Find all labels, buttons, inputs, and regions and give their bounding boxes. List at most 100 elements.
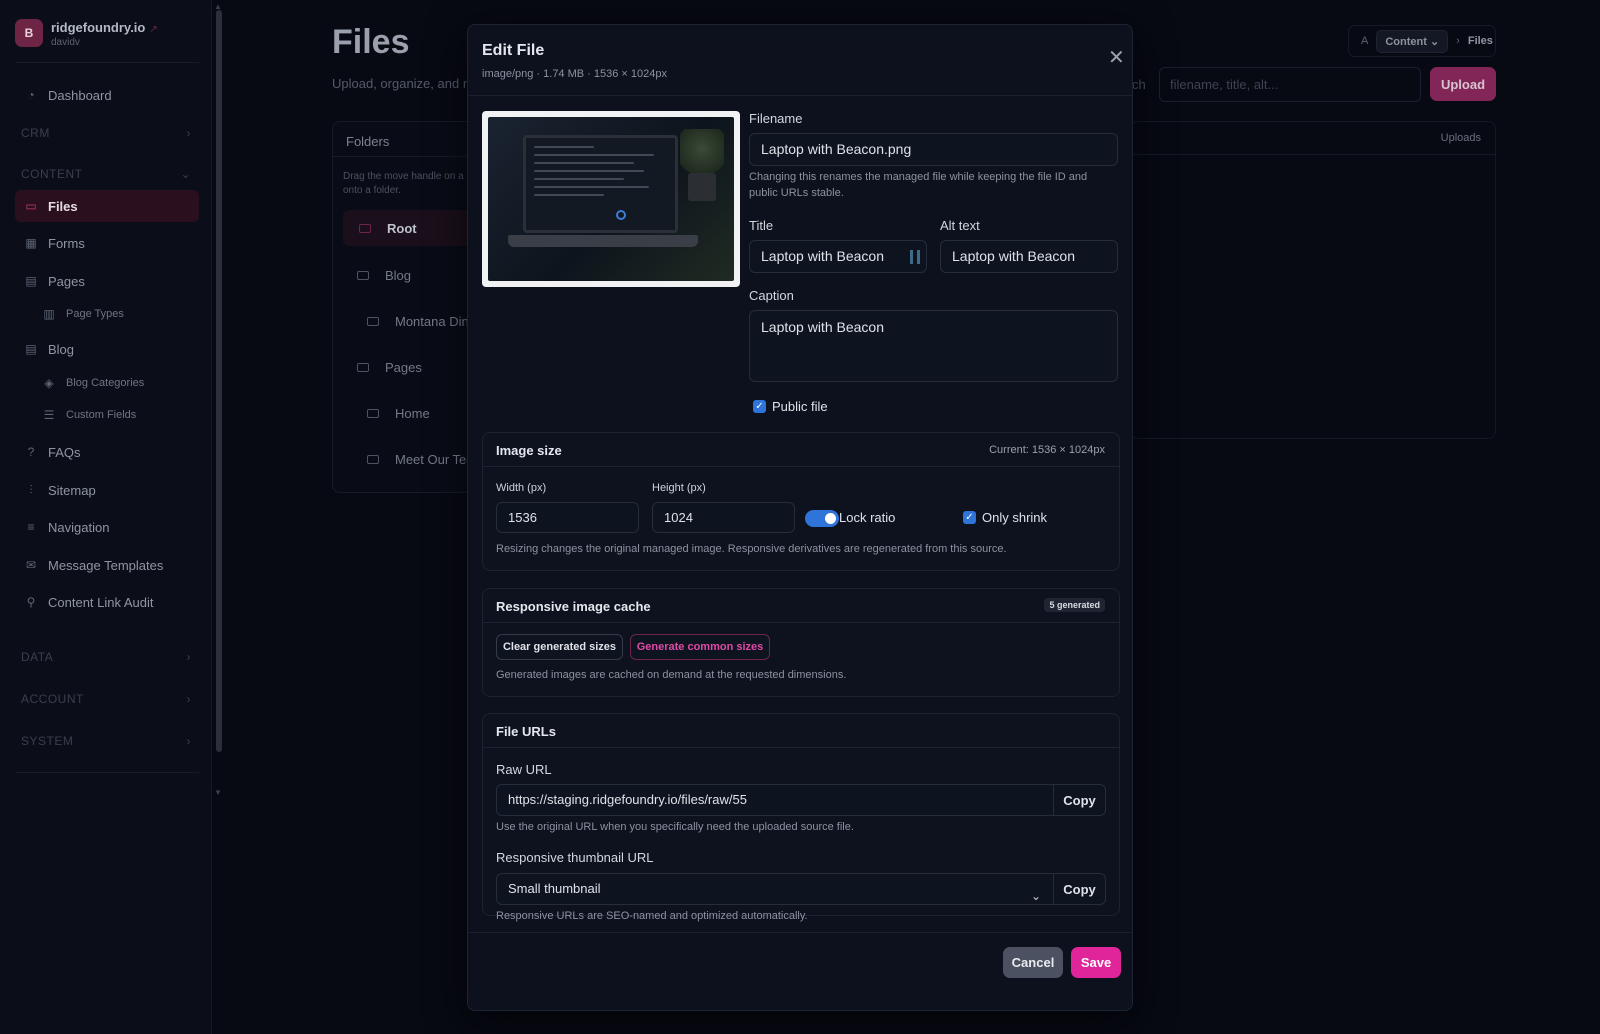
search-label: ch: [1132, 77, 1146, 92]
height-field[interactable]: 1024: [652, 502, 795, 533]
file-meta: image/png · 1.74 MB · 1536 × 1024px: [482, 68, 667, 80]
folder-home[interactable]: Home: [367, 395, 430, 431]
sidebar-group-crm[interactable]: CRM ›: [21, 126, 191, 140]
thumbnail-size-select[interactable]: Small thumbnail ⌄: [496, 873, 1054, 905]
folders-title: Folders: [346, 134, 390, 149]
sidebar-item-page-types[interactable]: ▥ Page Types: [33, 301, 199, 327]
close-icon[interactable]: ✕: [1108, 48, 1125, 68]
sidebar-item-content-link-audit[interactable]: ⚲ Content Link Audit: [15, 586, 199, 618]
clear-generated-sizes-button[interactable]: Clear generated sizes: [496, 634, 623, 660]
folder-icon: ▭: [25, 199, 37, 213]
page-title: Files: [332, 23, 410, 61]
chevron-right-icon: ›: [186, 126, 191, 140]
link-icon: ⚲: [26, 595, 36, 609]
sidebar-group-system[interactable]: SYSTEM ›: [21, 734, 191, 748]
folder-meet-our-team[interactable]: Meet Our Tea: [367, 441, 474, 477]
file-urls-card: File URLs Raw URL https://staging.ridgef…: [482, 713, 1120, 922]
copy-raw-url-button[interactable]: Copy: [1054, 784, 1106, 816]
filename-field[interactable]: Laptop with Beacon.png: [749, 133, 1118, 166]
files-panel: Uploads: [1130, 121, 1496, 439]
alt-text-label: Alt text: [940, 218, 980, 233]
sidebar-item-sitemap[interactable]: ⫶ Sitemap: [15, 474, 199, 506]
folder-root[interactable]: Root: [343, 210, 483, 246]
search-input[interactable]: filename, title, alt...: [1159, 67, 1421, 102]
folder-blog[interactable]: Blog: [357, 257, 411, 293]
only-shrink-checkbox[interactable]: ✓: [963, 511, 976, 524]
folder-icon: [357, 362, 369, 372]
brand-name: ridgefoundry.io: [51, 20, 146, 35]
brand-logo: B: [15, 19, 43, 48]
document-icon: ▤: [25, 274, 37, 288]
crumb-root[interactable]: A: [1361, 35, 1368, 47]
public-file-label: Public file: [772, 399, 828, 414]
folder-icon: [367, 316, 379, 326]
toggle-knob: [825, 513, 836, 524]
sidebar-item-faqs[interactable]: ? FAQs: [15, 436, 199, 468]
sidebar-item-blog[interactable]: ▤ Blog: [15, 333, 199, 365]
modal-title: Edit File: [482, 42, 545, 59]
raw-url-field[interactable]: https://staging.ridgefoundry.io/files/ra…: [496, 784, 1054, 816]
sidebar-group-content[interactable]: CONTENT ⌄: [21, 167, 191, 181]
title-field[interactable]: Laptop with Beacon: [749, 240, 927, 273]
preview-image: [488, 117, 734, 281]
grammar-assist-icon[interactable]: [910, 250, 920, 264]
fields-icon: ☰: [43, 408, 55, 422]
lock-ratio-toggle[interactable]: [805, 510, 839, 527]
folders-panel: Folders Drag the move handle on a onto a…: [332, 121, 483, 493]
folder-icon: [359, 223, 371, 233]
generate-common-sizes-button[interactable]: Generate common sizes: [630, 634, 770, 660]
chevron-right-icon: ›: [186, 692, 191, 706]
pot-graphic: [688, 173, 716, 201]
only-shrink-label: Only shrink: [982, 510, 1048, 525]
folder-pages[interactable]: Pages: [357, 349, 422, 385]
alt-text-field[interactable]: Laptop with Beacon: [940, 240, 1118, 273]
sidebar-item-blog-categories[interactable]: ◈ Blog Categories: [33, 370, 199, 396]
screen-line: [534, 162, 634, 164]
folder-icon: [357, 270, 369, 280]
thumbnail-url-help: Responsive URLs are SEO-named and optimi…: [496, 910, 808, 922]
folder-montana[interactable]: Montana Din: [367, 303, 469, 339]
width-field[interactable]: 1536: [496, 502, 639, 533]
menu-icon: ≡: [27, 520, 35, 534]
sidebar-item-forms[interactable]: ▦ Forms: [15, 227, 199, 259]
screen-line: [534, 154, 654, 156]
chevron-down-icon: ⌄: [180, 167, 191, 181]
public-file-checkbox[interactable]: ✓: [753, 400, 766, 413]
sidebar-group-account[interactable]: ACCOUNT ›: [21, 692, 191, 706]
sidebar-item-dashboard[interactable]: ◔ Dashboard: [15, 79, 199, 111]
cancel-button[interactable]: Cancel: [1003, 947, 1063, 978]
generated-badge: 5 generated: [1044, 598, 1105, 612]
sidebar-item-message-templates[interactable]: ✉ Message Templates: [15, 549, 199, 581]
caption-textarea[interactable]: Laptop with Beacon: [749, 310, 1118, 382]
panel-divider: [1131, 154, 1495, 155]
laptop-screen-graphic: [523, 135, 678, 233]
sidebar-item-pages[interactable]: ▤ Pages: [15, 265, 199, 297]
title-label: Title: [749, 218, 774, 233]
tag-icon: ◈: [44, 376, 54, 390]
help-icon: ?: [27, 445, 35, 459]
brand[interactable]: B ridgefoundry.io ↗ davidv: [15, 19, 158, 48]
modal-footer-divider: [468, 932, 1132, 933]
save-button[interactable]: Save: [1071, 947, 1121, 978]
scroll-down-arrow[interactable]: ▼: [214, 788, 222, 797]
screen-line: [534, 178, 624, 180]
external-link-icon[interactable]: ↗: [149, 24, 157, 35]
file-urls-title: File URLs: [496, 724, 556, 739]
sidebar-item-files[interactable]: ▭ Files: [15, 190, 199, 222]
sidebar-item-custom-fields[interactable]: ☰ Custom Fields: [33, 402, 199, 428]
sidebar-divider: [15, 772, 199, 773]
chevron-down-icon: ⌄: [1030, 889, 1041, 903]
breadcrumb: A Content ⌄ › Files: [1348, 25, 1496, 57]
card-header: File URLs: [483, 714, 1119, 748]
sidebar-group-data[interactable]: DATA ›: [21, 650, 191, 664]
sidebar-scrollbar[interactable]: [216, 10, 222, 752]
sidebar-item-navigation[interactable]: ≡ Navigation: [15, 511, 199, 543]
crumb-content[interactable]: Content ⌄: [1376, 29, 1449, 53]
plant-graphic: [680, 129, 724, 179]
modal-header-divider: [468, 95, 1132, 96]
sidebar-divider: [15, 62, 199, 63]
filename-label: Filename: [749, 111, 803, 126]
upload-button[interactable]: Upload: [1430, 67, 1496, 101]
current-size: Current: 1536 × 1024px: [989, 444, 1105, 456]
copy-thumbnail-url-button[interactable]: Copy: [1054, 873, 1106, 905]
